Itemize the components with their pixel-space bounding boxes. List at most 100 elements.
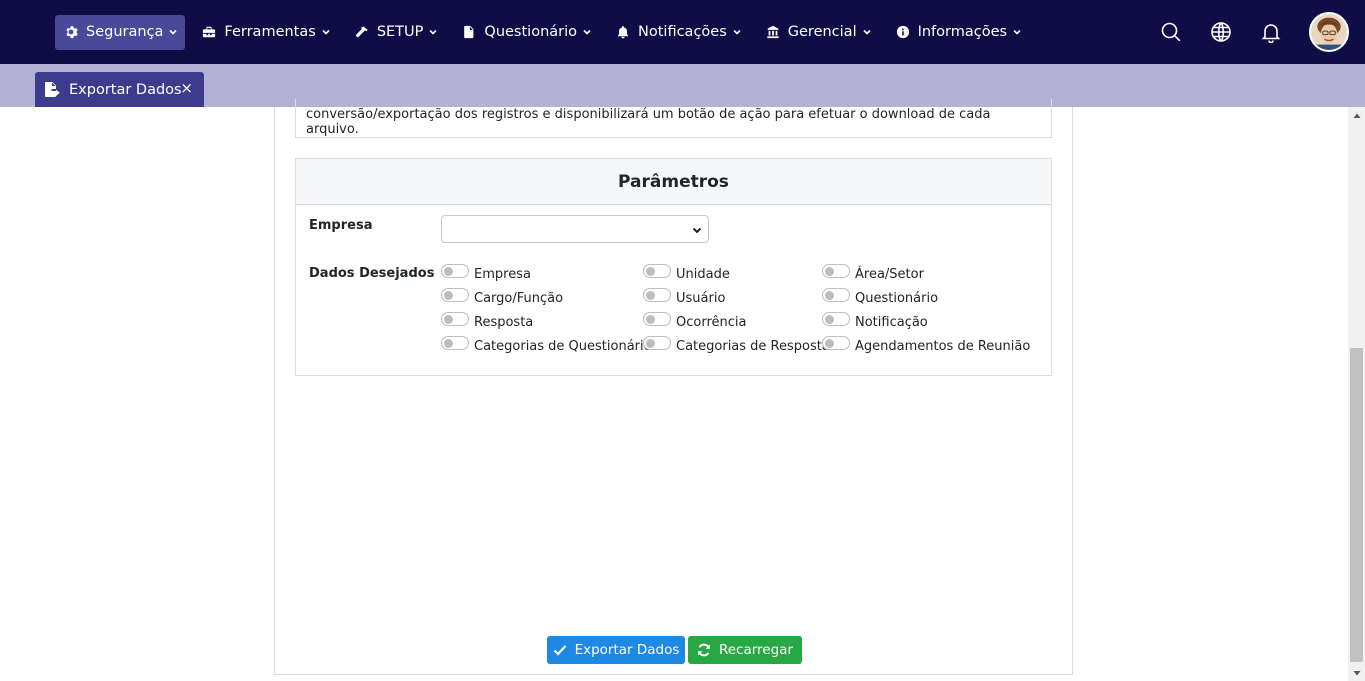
chevron-down-icon [322, 28, 330, 36]
tab-close-button[interactable]: × [180, 81, 193, 96]
toggle-switch[interactable] [822, 287, 850, 302]
info-circle-icon [895, 24, 911, 40]
menu-informacoes[interactable]: Informações [887, 15, 1029, 50]
chevron-down-icon [733, 28, 741, 36]
dados-desejados-label: Dados Desejados [309, 266, 435, 281]
main-content: conversão/exportação dos registros e dis… [0, 99, 1348, 681]
toggle-switch[interactable] [643, 335, 671, 350]
menu-informacoes-label: Informações [917, 24, 1008, 40]
chevron-down-icon [692, 225, 702, 235]
notifications-button[interactable] [1259, 20, 1283, 44]
switch-label: Área/Setor [855, 267, 924, 282]
user-avatar[interactable] [1309, 12, 1349, 52]
switch-notificacao[interactable]: Notificação [822, 311, 928, 330]
menu-setup-label: SETUP [376, 24, 424, 40]
switch-usuario[interactable]: Usuário [643, 287, 726, 306]
switch-label: Cargo/Função [474, 291, 564, 306]
switch-resposta[interactable]: Resposta [441, 311, 534, 330]
switch-agendamentos-reuniao[interactable]: Agendamentos de Reunião [822, 335, 1031, 354]
chevron-down-icon [583, 28, 591, 36]
switch-label: Ocorrência [676, 315, 747, 330]
switch-categorias-respostas[interactable]: Categorias de Respostas [643, 335, 837, 354]
switch-empresa[interactable]: Empresa [441, 263, 531, 282]
switch-label: Questionário [855, 291, 939, 306]
navbar-actions [1159, 0, 1365, 64]
reload-label: Recarregar [718, 642, 794, 658]
switch-label: Resposta [474, 315, 534, 330]
empresa-select[interactable] [441, 215, 709, 243]
hammer-icon [354, 24, 370, 40]
menu-notificacoes-label: Notificações [638, 24, 727, 40]
toggle-switch[interactable] [643, 263, 671, 278]
menu-questionario-label: Questionário [484, 24, 578, 40]
export-page-card: conversão/exportação dos registros e dis… [274, 99, 1073, 675]
menu-questionario[interactable]: Questionário [453, 15, 599, 50]
empresa-label: Empresa [309, 218, 373, 233]
switch-questionario[interactable]: Questionário [822, 287, 939, 306]
search-button[interactable] [1159, 20, 1183, 44]
menu-gerencial[interactable]: Gerencial [757, 15, 879, 50]
menu-setup[interactable]: SETUP [346, 15, 446, 50]
menu-ferramentas[interactable]: Ferramentas [193, 15, 337, 50]
menu-gerencial-label: Gerencial [787, 24, 857, 40]
toggle-switch[interactable] [441, 263, 469, 278]
switch-cargo-funcao[interactable]: Cargo/Função [441, 287, 564, 306]
export-data-button[interactable]: Exportar Dados [547, 636, 685, 664]
menu-seguranca-label: Segurança [86, 24, 164, 40]
top-navbar: Segurança Ferramentas SETUP Questionário [0, 0, 1365, 64]
switch-ocorrencia[interactable]: Ocorrência [643, 311, 747, 330]
toggle-switch[interactable] [643, 287, 671, 302]
arrow-down-icon [1353, 670, 1360, 675]
refresh-icon [698, 643, 710, 657]
info-text: conversão/exportação dos registros e dis… [306, 107, 991, 137]
switch-label: Usuário [676, 291, 726, 306]
globe-icon [1211, 22, 1231, 42]
bell-icon [615, 24, 631, 40]
vertical-scrollbar[interactable] [1348, 107, 1365, 681]
user-photo-icon [1311, 14, 1347, 50]
file-icon [461, 24, 477, 40]
switch-label: Agendamentos de Reunião [855, 339, 1031, 354]
switch-categorias-questionarios[interactable]: Categorias de Questionários [441, 335, 659, 354]
chevron-down-icon [863, 28, 871, 36]
toggle-switch[interactable] [441, 335, 469, 350]
gear-icon [63, 24, 79, 40]
toolbox-icon [201, 24, 217, 40]
menu-notificacoes[interactable]: Notificações [607, 15, 749, 50]
menu-seguranca[interactable]: Segurança [55, 14, 186, 50]
switch-label: Unidade [676, 267, 730, 282]
language-button[interactable] [1209, 20, 1233, 44]
export-data-label: Exportar Dados [574, 642, 680, 658]
toggle-switch[interactable] [643, 311, 671, 326]
arrow-up-icon [1353, 113, 1360, 118]
chevron-down-icon [429, 28, 437, 36]
scroll-up-button[interactable] [1348, 107, 1365, 124]
main-menu: Segurança Ferramentas SETUP Questionário [55, 0, 1037, 64]
switch-area-setor[interactable]: Área/Setor [822, 263, 924, 282]
tab-exportar-dados[interactable]: Exportar Dados × [35, 72, 204, 107]
switch-unidade[interactable]: Unidade [643, 263, 730, 282]
chevron-down-icon [1013, 28, 1021, 36]
toggle-switch[interactable] [441, 287, 469, 302]
file-export-icon [44, 81, 61, 98]
switch-label: Categorias de Respostas [676, 339, 837, 354]
scrollbar-thumb[interactable] [1350, 348, 1363, 662]
params-title: Parâmetros [296, 159, 1051, 205]
bell-outline-icon [1261, 24, 1281, 43]
check-icon [553, 645, 566, 656]
chevron-down-icon [169, 28, 177, 36]
scroll-down-button[interactable] [1348, 664, 1365, 681]
info-description: conversão/exportação dos registros e dis… [295, 99, 1052, 138]
reload-button[interactable]: Recarregar [688, 636, 802, 664]
switch-label: Empresa [474, 267, 531, 282]
switch-label: Notificação [855, 315, 928, 330]
search-icon [1161, 22, 1181, 42]
toggle-switch[interactable] [822, 311, 850, 326]
building-icon [765, 24, 781, 40]
toggle-switch[interactable] [822, 263, 850, 278]
params-panel: Parâmetros Empresa Dados Desejados Empre… [295, 158, 1052, 376]
toggle-switch[interactable] [441, 311, 469, 326]
toggle-switch[interactable] [822, 335, 850, 350]
switch-label: Categorias de Questionários [474, 339, 659, 354]
tab-label: Exportar Dados [69, 81, 182, 98]
